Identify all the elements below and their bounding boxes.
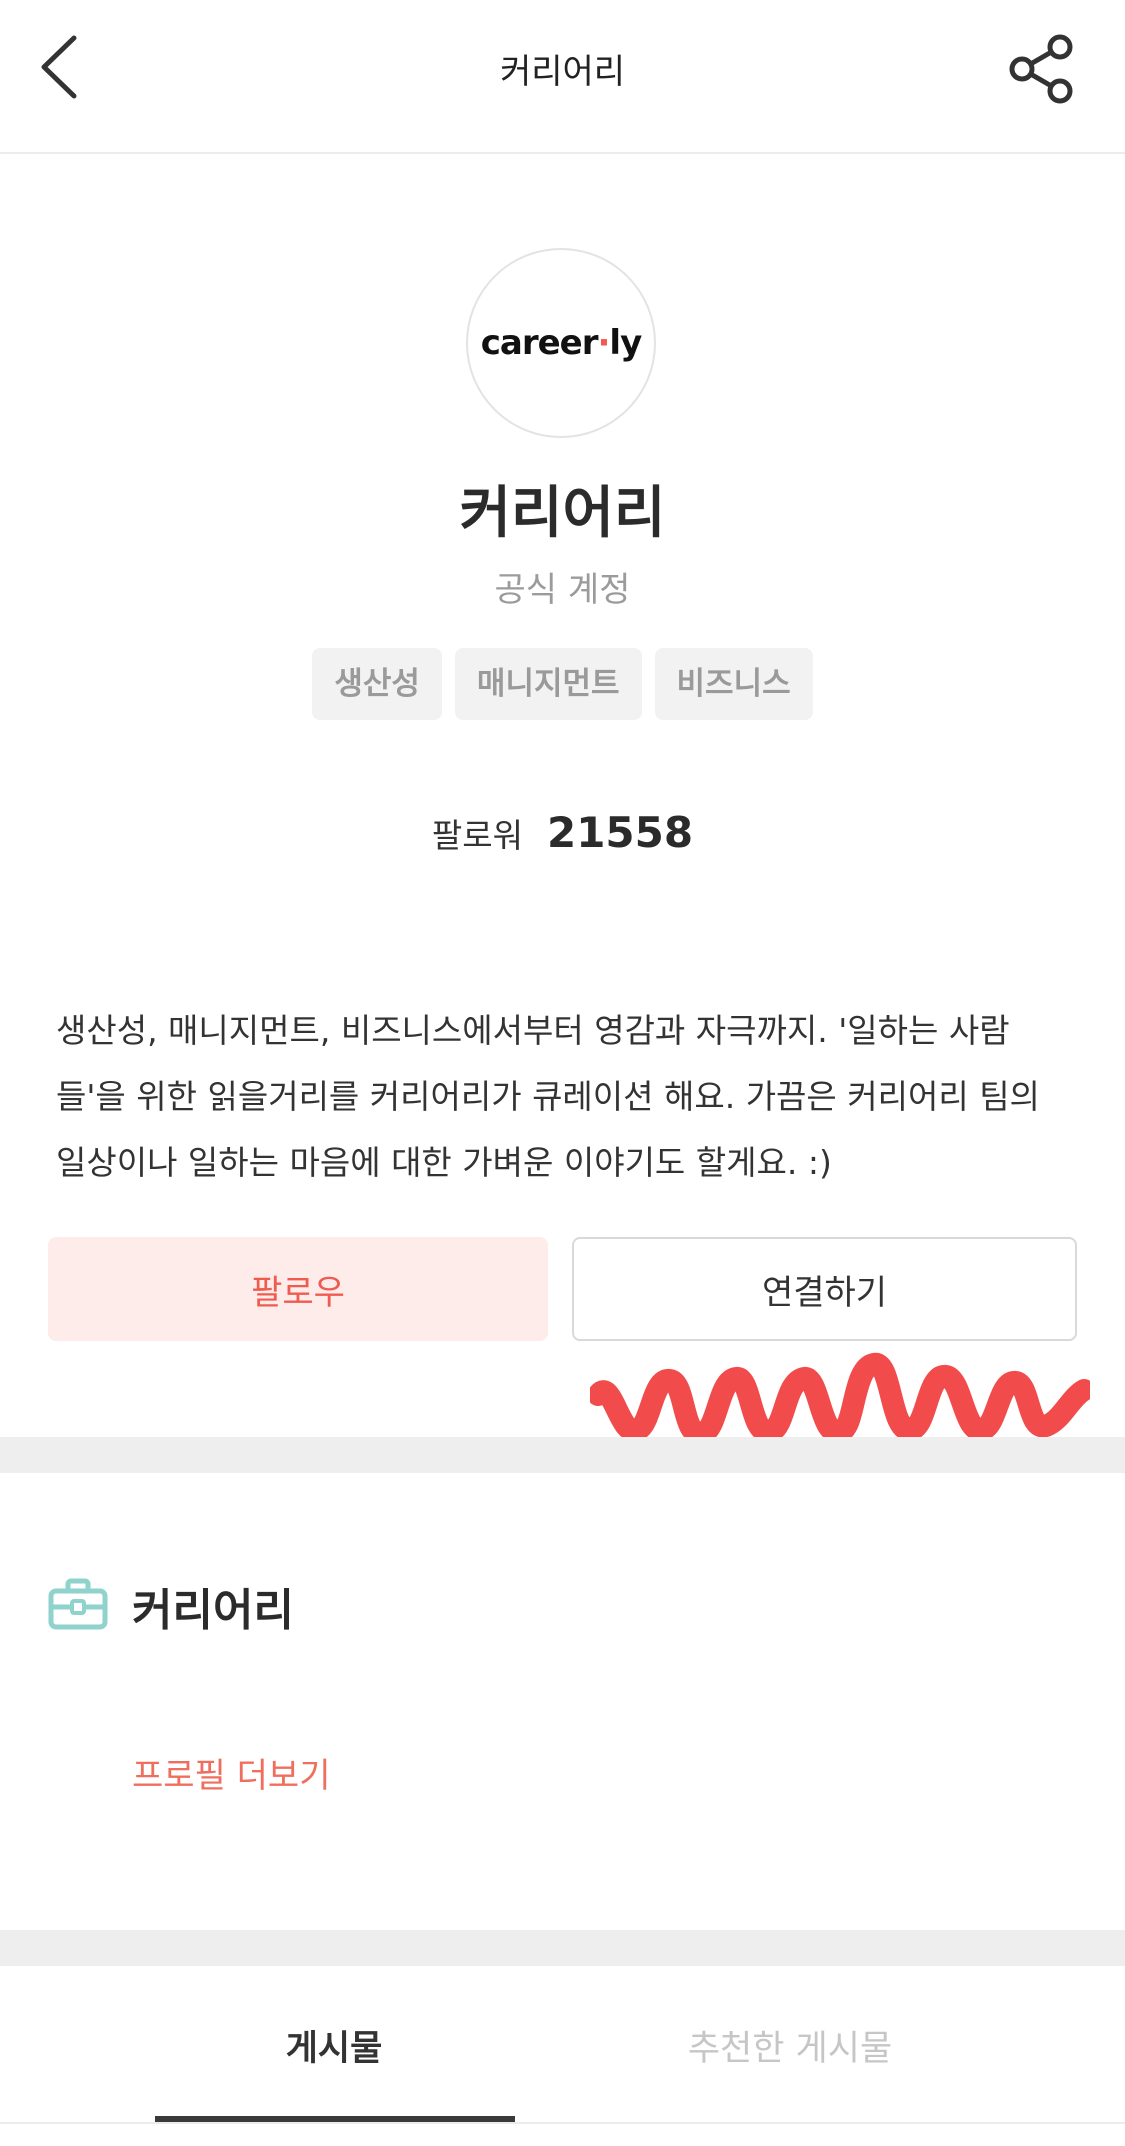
profile-more-link[interactable]: 프로필 더보기 [132, 1748, 331, 1797]
profile-subtitle: 공식 계정 [494, 570, 631, 610]
section-icon-wrapper [48, 1578, 108, 1630]
logo-text-end: ly [609, 323, 642, 363]
tag-management[interactable]: 매니지먼트 [454, 648, 642, 720]
share-button[interactable] [1006, 34, 1076, 104]
logo-text-dot: · [597, 323, 611, 363]
tab-recommended-posts[interactable]: 추천한 게시물 [560, 2020, 1020, 2071]
profile-avatar-logo: career · ly [466, 248, 656, 438]
follow-button[interactable]: 팔로우 [48, 1237, 548, 1341]
followers-label: 팔로워 [431, 816, 523, 855]
followers-number: 21558 [546, 808, 694, 857]
share-icon [1009, 34, 1073, 104]
briefcase-icon [48, 1578, 108, 1630]
tab-posts[interactable]: 게시물 [104, 2020, 564, 2071]
section-divider [0, 1930, 1125, 1966]
profile-name: 커리어리 [459, 481, 666, 546]
section-title: 커리어리 [132, 1585, 294, 1636]
top-app-bar: 커리어리 [0, 0, 1125, 154]
tab-bar-divider [0, 2122, 1125, 2124]
page-title: 커리어리 [499, 52, 626, 92]
follower-count[interactable]: 팔로워 21558 [0, 808, 1125, 857]
profile-bio: 생산성, 매니지먼트, 비즈니스에서부터 영감과 자극까지. '일하는 사람들'… [56, 1011, 1040, 1182]
logo-text-main: career [480, 323, 599, 363]
tag-productivity[interactable]: 생산성 [312, 648, 442, 720]
tag-business[interactable]: 비즈니스 [654, 648, 813, 720]
section-divider [0, 1437, 1125, 1473]
connect-button[interactable]: 연결하기 [572, 1237, 1077, 1341]
tab-bar: 게시물 추천한 게시물 [0, 1966, 1125, 2146]
scribble-annotation [590, 1353, 1090, 1445]
tag-list: 생산성 매니지먼트 비즈니스 [0, 648, 1125, 720]
